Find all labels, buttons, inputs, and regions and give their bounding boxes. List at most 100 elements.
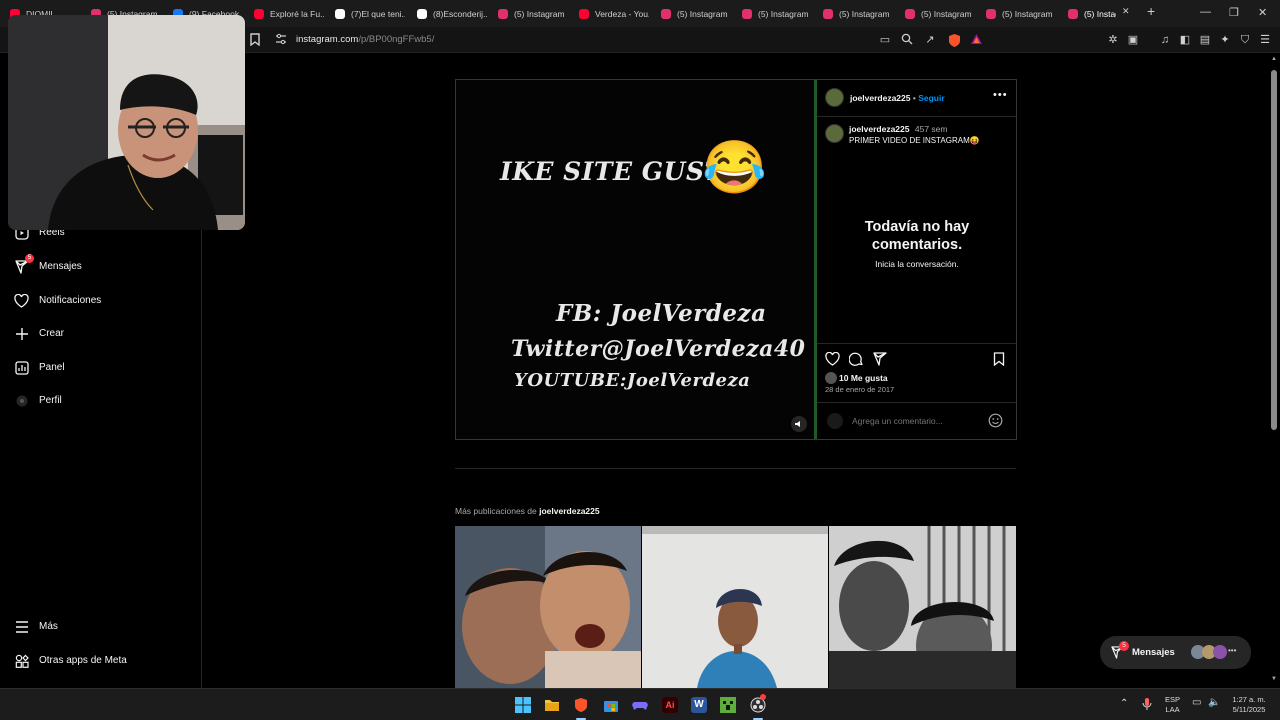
obs-icon[interactable] [750, 694, 766, 713]
url-path: /p/BP00ngFFwb5/ [358, 34, 435, 45]
comment-button[interactable] [848, 352, 864, 372]
close-window-button[interactable]: ✕ [1258, 6, 1267, 19]
wallet-icon[interactable]: ▤ [1198, 33, 1212, 47]
sidebar-item-profile[interactable]: Perfil [14, 393, 62, 408]
more-options-icon[interactable]: ••• [993, 89, 1008, 101]
brave-shield-icon[interactable] [947, 33, 961, 47]
network-icon[interactable]: ▭ [1192, 697, 1201, 708]
illustrator-icon[interactable]: Ai [662, 697, 678, 713]
screenshot-icon[interactable]: ▣ [1126, 33, 1140, 47]
sidebar-item-more[interactable]: Más [14, 619, 58, 634]
tab-label: (5) Instagram [839, 8, 890, 19]
browser-tab[interactable]: Verdeza - You... [579, 4, 649, 23]
sidebar-item-dashboard[interactable]: Panel [14, 360, 65, 375]
tray-overflow-icon[interactable]: ⌃ [1120, 698, 1128, 709]
tab-favicon-icon [661, 8, 671, 19]
word-icon[interactable]: W [691, 697, 707, 713]
site-settings-icon[interactable] [274, 33, 288, 47]
tab-favicon-icon [254, 8, 264, 19]
language-indicator[interactable]: ESP LAA [1165, 695, 1180, 715]
caption-username[interactable]: joelverdeza225 [849, 124, 909, 134]
post-thumbnail[interactable] [642, 526, 828, 688]
browser-tab[interactable]: (5) Instagram [823, 4, 893, 23]
thumbnail-image [455, 526, 641, 688]
send-icon [873, 352, 887, 366]
windows-start-icon[interactable] [515, 697, 531, 713]
browser-tab[interactable]: (5) Instagram [742, 4, 812, 23]
heart-icon [825, 351, 840, 366]
browser-tab[interactable]: (8)Esconderij... [417, 4, 487, 23]
browser-tab[interactable]: (5) Instagram [661, 4, 731, 23]
browser-menu-icon[interactable]: ☰ [1258, 33, 1272, 47]
sidebar-item-meta-apps[interactable]: Otras apps de Meta [14, 653, 127, 668]
share-icon[interactable]: ↗ [923, 33, 937, 47]
minimize-button[interactable]: — [1200, 6, 1211, 18]
zoom-icon[interactable] [900, 33, 914, 47]
maximize-button[interactable]: ❐ [1229, 6, 1239, 19]
follow-button[interactable]: Seguir [918, 93, 944, 103]
post-thumbnail[interactable] [455, 526, 641, 688]
extensions-icon[interactable]: ✲ [1106, 33, 1120, 47]
mute-button[interactable] [791, 416, 807, 432]
microphone-icon[interactable] [1142, 697, 1152, 716]
comment-input[interactable] [852, 415, 982, 427]
tab-label: (5) Instagram [1002, 8, 1053, 19]
browser-tab[interactable]: (5) Instag [1068, 4, 1116, 23]
messages-pill[interactable]: 5 Mensajes ••• [1100, 636, 1251, 669]
game-controller-icon[interactable] [632, 697, 648, 713]
new-tab-button[interactable]: + [1147, 3, 1155, 19]
sidebar-item-create[interactable]: Crear [14, 326, 64, 341]
browser-tab[interactable]: (5) Instagram [986, 4, 1056, 23]
video-caption-line: FB: JoelVerdeza [556, 300, 767, 327]
clock-time: 1:27 a. m. [1232, 695, 1266, 704]
scroll-up-icon[interactable]: ▲ [1271, 56, 1277, 62]
emoji-button[interactable] [988, 413, 1003, 433]
sidebar-toggle-icon[interactable]: ◧ [1178, 33, 1192, 47]
username-link[interactable]: joelverdeza225 [850, 93, 910, 103]
scroll-down-icon[interactable]: ▼ [1271, 676, 1277, 682]
tab-favicon-icon [823, 8, 833, 19]
vpn-icon[interactable]: ⛉ [1238, 33, 1252, 47]
avatar[interactable] [825, 88, 844, 107]
profile-icon [14, 393, 29, 408]
more-posts-user[interactable]: joelverdeza225 [539, 506, 599, 516]
tab-label: (5) Instagram [921, 8, 972, 19]
bookmark-icon[interactable] [248, 33, 262, 47]
like-button[interactable] [825, 351, 840, 371]
clock[interactable]: 1:27 a. m. 5/11/2025 [1224, 695, 1274, 715]
likes-count[interactable]: 10 Me gusta [839, 373, 888, 383]
post-thumbnail[interactable] [829, 526, 1016, 688]
url-host: instagram.com [296, 34, 359, 45]
close-tab-icon[interactable]: ✕ [1122, 6, 1130, 17]
browser-tab[interactable]: Exploré la Fu... [254, 4, 324, 23]
page-scrollbar[interactable]: ▲ ▼ [1271, 56, 1277, 686]
brave-rewards-icon[interactable] [969, 33, 983, 47]
messages-icon: 5 [14, 254, 34, 274]
cast-icon[interactable]: ▭ [878, 33, 892, 47]
sidebar-item-notifications[interactable]: Notificaciones [14, 293, 101, 308]
microsoft-store-icon[interactable] [603, 697, 619, 713]
browser-tab[interactable]: (5) Instagram [905, 4, 975, 23]
tab-label: Exploré la Fu... [270, 8, 324, 19]
caption-time: 457 sem [914, 124, 948, 134]
file-explorer-icon[interactable] [544, 697, 560, 713]
menu-icon [14, 619, 29, 634]
browser-tab[interactable]: (5) Instagram [498, 4, 568, 23]
sidebar-item-label: Mensajes [39, 261, 82, 272]
save-button[interactable] [993, 352, 1005, 371]
url-field[interactable]: instagram.com/p/BP00ngFFwb5/ [296, 34, 434, 45]
webcam-overlay [8, 15, 245, 230]
leo-ai-icon[interactable]: ✦ [1218, 33, 1232, 47]
share-button[interactable] [873, 352, 887, 371]
no-comments-title: Todavía no hay comentarios. [864, 219, 970, 253]
media-icon[interactable]: ♫ [1158, 33, 1172, 47]
browser-tab[interactable]: (7)El que teni... [335, 4, 405, 23]
sidebar-item-messages[interactable]: 5 Mensajes [14, 254, 82, 274]
scrollbar-thumb[interactable] [1271, 70, 1277, 430]
avatar[interactable] [825, 124, 844, 143]
minecraft-icon[interactable] [720, 697, 736, 713]
post-video[interactable]: IKE SITE GUSTÓ 😂 FB: JoelVerdeza Twitter… [456, 80, 814, 439]
volume-icon[interactable]: 🔈 [1208, 697, 1220, 708]
post-card: IKE SITE GUSTÓ 😂 FB: JoelVerdeza Twitter… [455, 79, 1017, 440]
brave-browser-icon[interactable] [573, 697, 589, 713]
